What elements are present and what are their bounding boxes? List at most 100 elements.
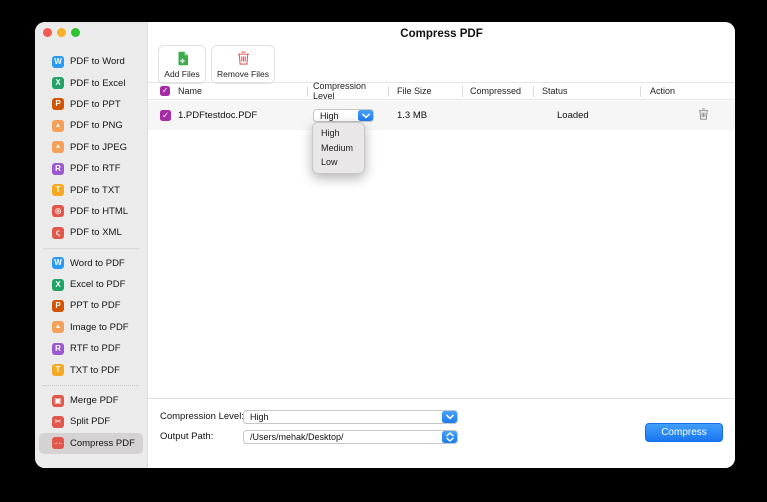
- sidebar-item-label: PDF to Word: [70, 56, 125, 68]
- sidebar-item-label: Compress PDF: [70, 437, 135, 449]
- menu-option-medium[interactable]: Medium: [313, 141, 364, 156]
- sidebar-item-label: PDF to JPEG: [70, 141, 128, 153]
- sidebar-item-label: PDF to PPT: [70, 98, 121, 110]
- split-pdf-icon: ✂: [52, 415, 64, 428]
- sidebar-item-label: Image to PDF: [70, 321, 129, 333]
- sidebar-item-label: Word to PDF: [70, 257, 125, 269]
- sidebar-item-label: PDF to TXT: [70, 184, 120, 196]
- minimize-button[interactable]: [57, 28, 66, 37]
- pdf-to-txt-icon: T: [52, 184, 64, 197]
- column-label: Status: [542, 86, 568, 96]
- ppt-to-pdf-icon: P: [52, 299, 64, 312]
- select-all-checkbox[interactable]: [160, 86, 170, 96]
- footer-divider: [148, 398, 735, 399]
- zoom-button[interactable]: [71, 28, 80, 37]
- header-cell-file-size: File Size: [388, 83, 462, 99]
- merge-pdf-icon: ▣: [52, 394, 64, 407]
- sidebar-item-label: PDF to PNG: [70, 120, 123, 132]
- page-title: Compress PDF: [400, 28, 483, 40]
- sidebar-item-split-pdf[interactable]: ✂ Split PDF: [35, 411, 147, 432]
- table-row: 1.PDFtestdoc.PDF High 1.3 MB Loaded: [148, 101, 735, 130]
- app-window: W PDF to Word X PDF to Excel P PDF to PP…: [35, 22, 735, 468]
- sidebar-item-rtf-to-pdf[interactable]: R RTF to PDF: [35, 338, 147, 359]
- chevron-down-icon[interactable]: [358, 110, 373, 121]
- column-label: File Size: [397, 86, 432, 96]
- compress-button[interactable]: Compress: [645, 423, 723, 442]
- sidebar-item-pdf-to-rtf[interactable]: R PDF to RTF: [35, 158, 147, 179]
- trash-icon: [237, 51, 250, 66]
- sidebar-item-label: Merge PDF: [70, 395, 119, 407]
- pdf-to-excel-icon: X: [52, 77, 64, 90]
- column-label: Action: [650, 86, 676, 96]
- image-to-pdf-icon: ▲: [52, 321, 64, 334]
- delete-row-button[interactable]: [698, 108, 709, 123]
- cell-file-size: 1.3 MB: [388, 101, 462, 130]
- sidebar-item-label: TXT to PDF: [70, 364, 120, 376]
- menu-option-low[interactable]: Low: [313, 155, 364, 170]
- menu-option-high[interactable]: High: [313, 126, 364, 141]
- sidebar-item-ppt-to-pdf[interactable]: P PPT to PDF: [35, 295, 147, 316]
- file-size: 1.3 MB: [397, 110, 428, 121]
- column-label: Compression Level: [313, 81, 367, 101]
- sidebar-item-pdf-to-excel[interactable]: X PDF to Excel: [35, 72, 147, 93]
- header-cell-name: Name: [148, 83, 307, 99]
- header-cell-compression-level: Compression Level: [307, 81, 388, 101]
- sidebar-item-word-to-pdf[interactable]: W Word to PDF: [35, 253, 147, 274]
- sidebar-item-pdf-to-word[interactable]: W PDF to Word: [35, 51, 147, 72]
- cell-compressed: [462, 101, 533, 130]
- sidebar-item-pdf-to-ppt[interactable]: P PDF to PPT: [35, 94, 147, 115]
- header-cell-compressed: Compressed: [462, 83, 533, 99]
- output-path-select[interactable]: /Users/mehak/Desktop/: [243, 430, 458, 444]
- sidebar-item-merge-pdf[interactable]: ▣ Merge PDF: [35, 390, 147, 411]
- pdf-to-rtf-icon: R: [52, 162, 64, 175]
- footer-compression-value: High: [250, 412, 269, 422]
- traffic-lights: [43, 28, 80, 37]
- header-cell-status: Status: [533, 83, 640, 99]
- sidebar-item-compress-pdf[interactable]: →← Compress PDF: [39, 432, 143, 455]
- add-files-button[interactable]: Add Files: [158, 45, 206, 84]
- column-label: Compressed: [470, 86, 522, 96]
- column-label: Name: [178, 86, 203, 96]
- sidebar-item-txt-to-pdf[interactable]: T TXT to PDF: [35, 359, 147, 380]
- footer-compression-select[interactable]: High: [243, 410, 458, 424]
- chevron-down-icon[interactable]: [442, 411, 457, 423]
- sidebar-item-label: PDF to RTF: [70, 163, 121, 175]
- sidebar-item-label: RTF to PDF: [70, 343, 121, 355]
- compress-pdf-icon: →←: [52, 437, 64, 450]
- sidebar-item-pdf-to-txt[interactable]: T PDF to TXT: [35, 179, 147, 200]
- selected-compression-value: High: [320, 110, 339, 121]
- cell-status: Loaded: [533, 101, 640, 130]
- sidebar-item-label: Excel to PDF: [70, 279, 126, 291]
- add-files-label: Add Files: [164, 68, 200, 79]
- sidebar-item-pdf-to-png[interactable]: ▲ PDF to PNG: [35, 115, 147, 136]
- sidebar-item-label: PDF to HTML: [70, 205, 129, 217]
- sidebar-divider: [43, 247, 139, 249]
- table-header: Name Compression Level File Size Compres…: [148, 81, 735, 101]
- add-file-icon: [176, 51, 189, 66]
- sidebar-list: W PDF to Word X PDF to Excel P PDF to PP…: [35, 51, 147, 455]
- excel-to-pdf-icon: X: [52, 278, 64, 291]
- sidebar-item-label: PDF to Excel: [70, 77, 126, 89]
- sidebar-item-pdf-to-jpeg[interactable]: ▲ PDF to JPEG: [35, 137, 147, 158]
- sidebar-item-pdf-to-xml[interactable]: ς PDF to XML: [35, 222, 147, 243]
- pdf-to-ppt-icon: P: [52, 98, 64, 111]
- row-checkbox[interactable]: [160, 110, 171, 121]
- sidebar-item-image-to-pdf[interactable]: ▲ Image to PDF: [35, 317, 147, 338]
- sidebar-item-excel-to-pdf[interactable]: X Excel to PDF: [35, 274, 147, 295]
- pdf-to-xml-icon: ς: [52, 226, 64, 239]
- row-compression-select[interactable]: High: [313, 109, 374, 122]
- pdf-to-word-icon: W: [52, 55, 64, 68]
- remove-files-label: Remove Files: [217, 68, 269, 79]
- txt-to-pdf-icon: T: [52, 364, 64, 377]
- sidebar-item-label: PPT to PDF: [70, 300, 121, 312]
- sidebar-item-label: Split PDF: [70, 416, 111, 428]
- up-down-chevron-icon[interactable]: [442, 431, 457, 443]
- sidebar-item-pdf-to-html[interactable]: ⊕ PDF to HTML: [35, 201, 147, 222]
- file-name: 1.PDFtestdoc.PDF: [178, 110, 258, 121]
- sidebar-item-label: PDF to XML: [70, 227, 122, 239]
- output-path-value: /Users/mehak/Desktop/: [250, 432, 344, 442]
- cell-name: 1.PDFtestdoc.PDF: [148, 101, 307, 130]
- pdf-to-png-icon: ▲: [52, 119, 64, 132]
- remove-files-button[interactable]: Remove Files: [211, 45, 275, 84]
- close-button[interactable]: [43, 28, 52, 37]
